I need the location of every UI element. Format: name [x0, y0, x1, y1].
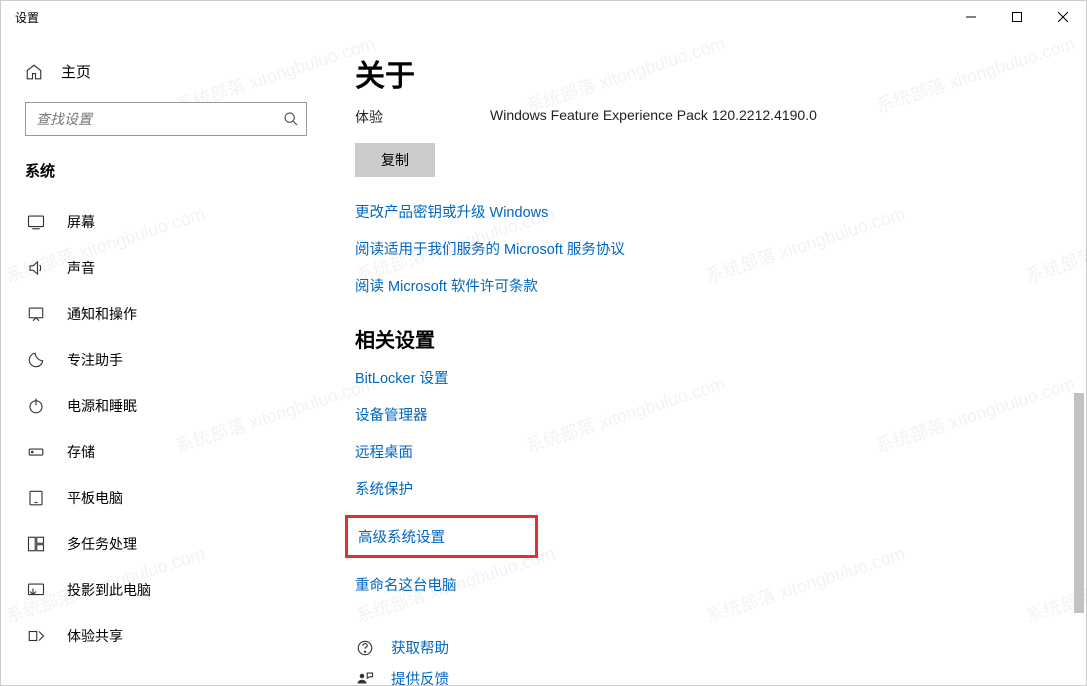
maximize-button[interactable] [994, 1, 1040, 33]
maximize-icon [1012, 12, 1022, 22]
project-icon [27, 581, 45, 599]
page-title: 关于 [355, 51, 1046, 95]
close-button[interactable] [1040, 1, 1086, 33]
shared-icon [27, 627, 45, 645]
sidebar-item-label: 通知和操作 [67, 304, 137, 324]
sidebar-item-label: 声音 [67, 258, 95, 278]
sidebar-item-label: 投影到此电脑 [67, 580, 151, 600]
link-change-product-key[interactable]: 更改产品密钥或升级 Windows [355, 201, 1046, 222]
window-controls [948, 1, 1086, 33]
sidebar-item-shared[interactable]: 体验共享 [1, 613, 331, 659]
feedback-icon [355, 669, 375, 686]
link-advanced-system-settings[interactable]: 高级系统设置 [358, 526, 445, 547]
sidebar-item-label: 屏幕 [67, 212, 95, 232]
minimize-button[interactable] [948, 1, 994, 33]
sidebar-item-focus[interactable]: 专注助手 [1, 337, 331, 383]
link-rename-pc[interactable]: 重命名这台电脑 [355, 574, 1046, 595]
sound-icon [27, 259, 45, 277]
search-input[interactable] [25, 102, 307, 136]
related-settings-heading: 相关设置 [355, 324, 1046, 353]
notification-icon [27, 305, 45, 323]
feedback-row[interactable]: 提供反馈 [355, 668, 1046, 685]
power-icon [27, 397, 45, 415]
sidebar: 主页 系统 屏幕 声音 通知和操作 [1, 33, 331, 685]
sidebar-item-notifications[interactable]: 通知和操作 [1, 291, 331, 337]
sidebar-item-label: 电源和睡眠 [67, 396, 137, 416]
copy-button[interactable]: 复制 [355, 143, 435, 177]
display-icon [27, 213, 45, 231]
content-area: 关于 体验 Windows Feature Experience Pack 12… [331, 33, 1086, 685]
home-label: 主页 [61, 61, 91, 82]
search-icon [283, 111, 299, 127]
link-services-agreement[interactable]: 阅读适用于我们服务的 Microsoft 服务协议 [355, 238, 1046, 259]
link-device-manager[interactable]: 设备管理器 [355, 404, 1046, 425]
sidebar-item-power[interactable]: 电源和睡眠 [1, 383, 331, 429]
highlight-box: 高级系统设置 [345, 515, 538, 558]
home-icon [25, 63, 43, 81]
sidebar-item-label: 多任务处理 [67, 534, 137, 554]
experience-label: 体验 [355, 107, 490, 127]
help-icon [355, 638, 375, 658]
sidebar-item-tablet[interactable]: 平板电脑 [1, 475, 331, 521]
link-remote-desktop[interactable]: 远程桌面 [355, 441, 1046, 462]
link-system-protection[interactable]: 系统保护 [355, 478, 1046, 499]
storage-icon [27, 443, 45, 461]
search-wrap [25, 102, 307, 136]
window-body: 主页 系统 屏幕 声音 通知和操作 [1, 33, 1086, 685]
help-section: 获取帮助 提供反馈 [355, 637, 1046, 685]
experience-row: 体验 Windows Feature Experience Pack 120.2… [355, 107, 1046, 127]
sidebar-item-label: 体验共享 [67, 626, 123, 646]
minimize-icon [966, 12, 976, 22]
sidebar-item-projecting[interactable]: 投影到此电脑 [1, 567, 331, 613]
sidebar-item-label: 平板电脑 [67, 488, 123, 508]
sidebar-item-label: 存储 [67, 442, 95, 462]
home-nav[interactable]: 主页 [1, 51, 331, 92]
sidebar-item-sound[interactable]: 声音 [1, 245, 331, 291]
focus-icon [27, 351, 45, 369]
sidebar-item-multitask[interactable]: 多任务处理 [1, 521, 331, 567]
sidebar-item-label: 专注助手 [67, 350, 123, 370]
close-icon [1058, 12, 1068, 22]
scrollbar-thumb[interactable] [1074, 393, 1084, 613]
sidebar-item-display[interactable]: 屏幕 [1, 199, 331, 245]
link-get-help[interactable]: 获取帮助 [391, 637, 449, 658]
category-title: 系统 [1, 152, 331, 199]
window-title: 设置 [15, 9, 39, 26]
link-bitlocker[interactable]: BitLocker 设置 [355, 367, 1046, 388]
multitask-icon [27, 535, 45, 553]
help-row[interactable]: 获取帮助 [355, 637, 1046, 658]
experience-value: Windows Feature Experience Pack 120.2212… [490, 107, 817, 127]
scrollbar-track[interactable] [1072, 33, 1086, 685]
link-give-feedback[interactable]: 提供反馈 [391, 668, 449, 685]
settings-window: 系统部落 xitongbuluo.com 系统部落 xitongbuluo.co… [0, 0, 1087, 686]
titlebar: 设置 [1, 1, 1086, 33]
tablet-icon [27, 489, 45, 507]
sidebar-item-storage[interactable]: 存储 [1, 429, 331, 475]
link-license-terms[interactable]: 阅读 Microsoft 软件许可条款 [355, 275, 1046, 296]
